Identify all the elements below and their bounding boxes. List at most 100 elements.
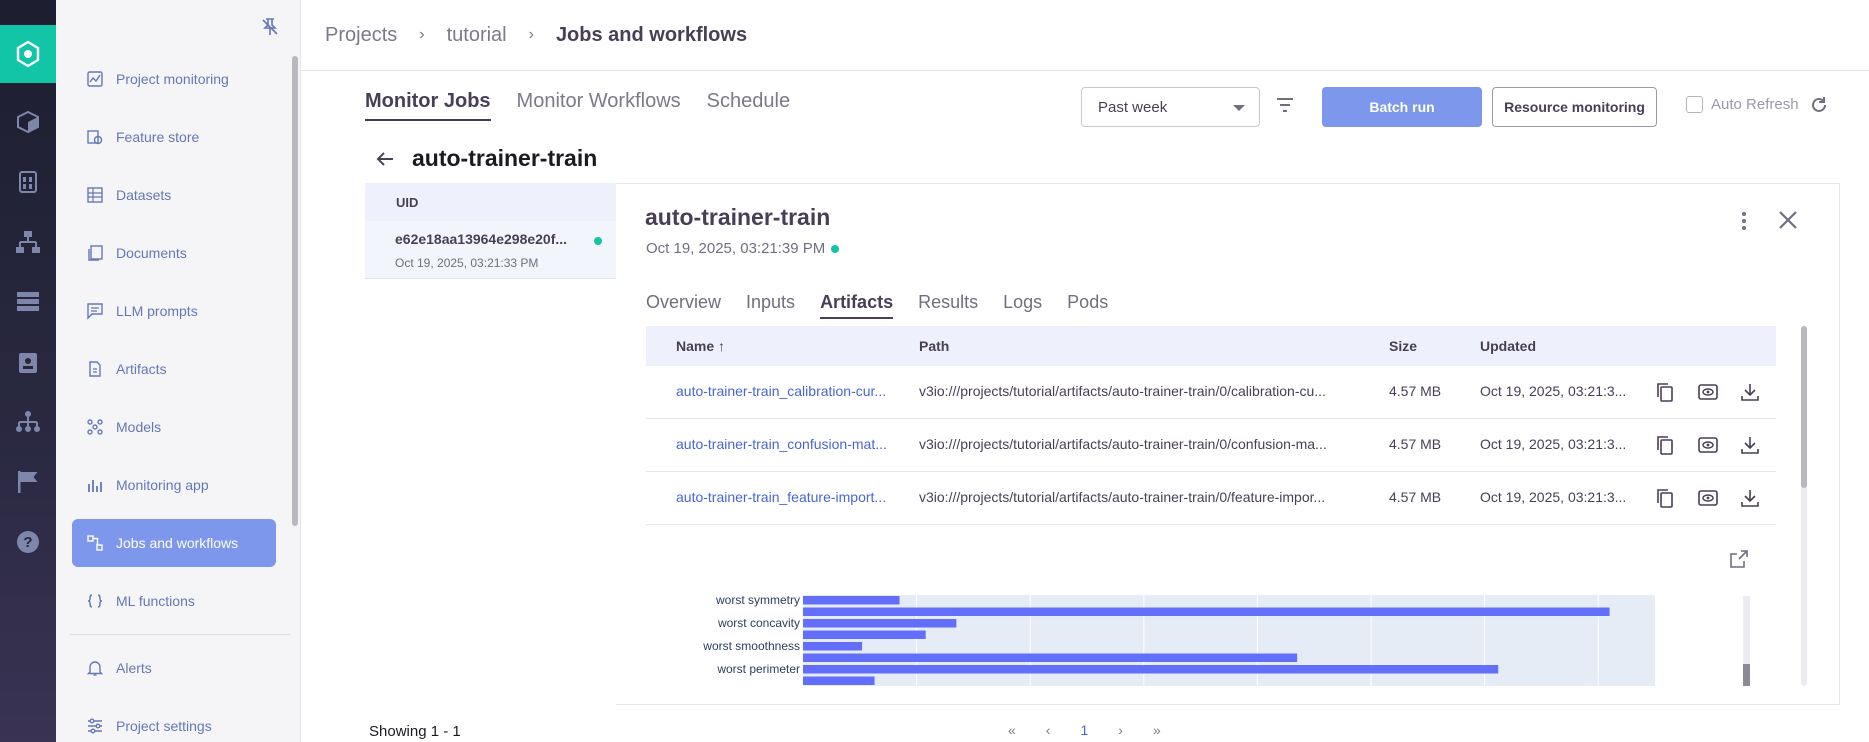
job-list-row[interactable]: e62e18aa13964e298e20f... Oct 19, 2025, 0… [365,221,616,279]
breadcrumb-projects[interactable]: Projects [325,24,397,47]
column-updated: Updated [1480,338,1536,354]
batch-run-button[interactable]: Batch run [1322,87,1482,127]
tab-artifacts[interactable]: Artifacts [820,292,894,319]
breadcrumb-project[interactable]: tutorial [447,24,507,47]
artifacts-icon [86,360,104,378]
tab-results[interactable]: Results [918,292,978,319]
chart-bar [803,619,957,628]
current-page[interactable]: 1 [1080,722,1088,738]
nav-feature-store[interactable]: Feature store [72,113,276,161]
hierarchy-icon[interactable] [0,393,56,451]
table-row[interactable]: auto-trainer-train_calibration-cur... v3… [646,366,1776,419]
copy-icon[interactable] [1654,381,1676,403]
auto-refresh-checkbox[interactable] [1686,96,1703,113]
jobs-icon [86,534,104,552]
preview-icon[interactable] [1697,434,1719,456]
refresh-icon[interactable] [1809,95,1829,115]
open-in-new-icon[interactable] [1729,549,1749,569]
nav-jobs-and-workflows[interactable]: Jobs and workflows [72,519,276,567]
cube-icon[interactable] [0,93,56,151]
help-icon[interactable]: ? [0,513,56,571]
tab-monitor-workflows[interactable]: Monitor Workflows [517,90,681,121]
tab-inputs[interactable]: Inputs [746,292,795,319]
preview-icon[interactable] [1697,487,1719,509]
artifact-name-link[interactable]: auto-trainer-train_feature-import... [676,489,886,505]
nav-label: ML functions [116,593,195,609]
nav-project-settings[interactable]: Project settings [72,702,276,742]
date-filter-value: Past week [1098,98,1168,116]
y-tick-label: worst symmetry [715,593,800,607]
nav-label: Models [116,419,162,435]
side-navigation: Project monitoring Feature store Dataset… [56,0,301,742]
date-filter-select[interactable]: Past week [1081,87,1260,127]
breadcrumb: Projects › tutorial › Jobs and workflows [301,0,1869,71]
nav-ml-functions[interactable]: ML functions [72,577,276,625]
nav-label: Project settings [116,718,212,734]
nav-monitoring-app[interactable]: Monitoring app [72,461,276,509]
filter-icon[interactable] [1274,94,1296,116]
resource-monitoring-button[interactable]: Resource monitoring [1492,87,1657,127]
copy-icon[interactable] [1654,434,1676,456]
column-size: Size [1389,338,1418,354]
llm-prompts-icon [86,302,104,320]
job-date: Oct 19, 2025, 03:21:33 PM [395,256,539,270]
nav-label: Artifacts [116,361,167,377]
y-tick-label: worst perimeter [716,662,800,676]
network-icon[interactable] [0,213,56,271]
nav-scrollbar[interactable] [292,56,298,526]
flag-icon[interactable] [0,453,56,511]
nav-documents[interactable]: Documents [72,229,276,277]
auto-refresh-toggle[interactable]: Auto Refresh [1686,96,1799,113]
nav-alerts[interactable]: Alerts [72,644,276,692]
chart-bar [803,665,1499,674]
nav-llm-prompts[interactable]: LLM prompts [72,287,276,335]
artifact-path: v3io:///projects/tutorial/artifacts/auto… [919,489,1326,505]
binary-doc-icon[interactable] [0,153,56,211]
back-arrow-icon[interactable] [374,148,396,170]
column-name-sortable[interactable]: Name ↑ [676,338,725,354]
detail-scrollbar-thumb[interactable] [1801,326,1807,488]
nav-label: Feature store [116,129,200,145]
table-header: Name ↑ Path Size Updated [646,326,1776,366]
chart-scrollbar-thumb[interactable] [1743,664,1750,686]
preview-icon[interactable] [1697,381,1719,403]
more-options-icon[interactable] [1734,209,1754,233]
tab-overview[interactable]: Overview [646,292,721,319]
table-row[interactable]: auto-trainer-train_feature-import... v3i… [646,472,1776,525]
app-root: ? Project monitoring Feature store Datas… [0,0,1869,742]
detail-date: Oct 19, 2025, 03:21:39 PM [646,240,840,257]
chart-bar [803,676,875,685]
pagination: « ‹ 1 › » [1008,722,1161,738]
nav-artifacts[interactable]: Artifacts [72,345,276,393]
bell-icon [86,659,104,677]
job-list-header: UID [365,183,616,221]
copy-icon[interactable] [1654,487,1676,509]
download-icon[interactable] [1739,381,1761,403]
breadcrumb-separator: › [528,26,534,43]
badge-icon[interactable] [0,333,56,391]
nav-label: Datasets [116,187,172,203]
list-icon[interactable] [0,273,56,331]
prev-page-button[interactable]: ‹ [1046,722,1051,738]
nav-datasets[interactable]: Datasets [72,171,276,219]
tab-logs[interactable]: Logs [1003,292,1042,319]
chart-svg: worst symmetry worst concavity worst smoot… [702,593,1655,686]
tab-schedule[interactable]: Schedule [707,90,790,121]
last-page-button[interactable]: » [1153,722,1161,738]
monitoring-icon [86,70,104,88]
next-page-button[interactable]: › [1118,722,1123,738]
nav-project-monitoring[interactable]: Project monitoring [72,55,276,103]
download-icon[interactable] [1739,487,1761,509]
table-row[interactable]: auto-trainer-train_confusion-mat... v3io… [646,419,1776,472]
unpin-icon[interactable] [259,16,281,38]
close-icon[interactable] [1776,208,1800,232]
download-icon[interactable] [1739,434,1761,456]
nav-label: LLM prompts [116,303,198,319]
artifact-name-link[interactable]: auto-trainer-train_calibration-cur... [676,383,886,399]
nav-models[interactable]: Models [72,403,276,451]
logo-icon[interactable] [0,25,56,83]
artifact-name-link[interactable]: auto-trainer-train_confusion-mat... [676,436,887,452]
tab-monitor-jobs[interactable]: Monitor Jobs [365,90,491,121]
first-page-button[interactable]: « [1008,722,1016,738]
tab-pods[interactable]: Pods [1067,292,1108,319]
